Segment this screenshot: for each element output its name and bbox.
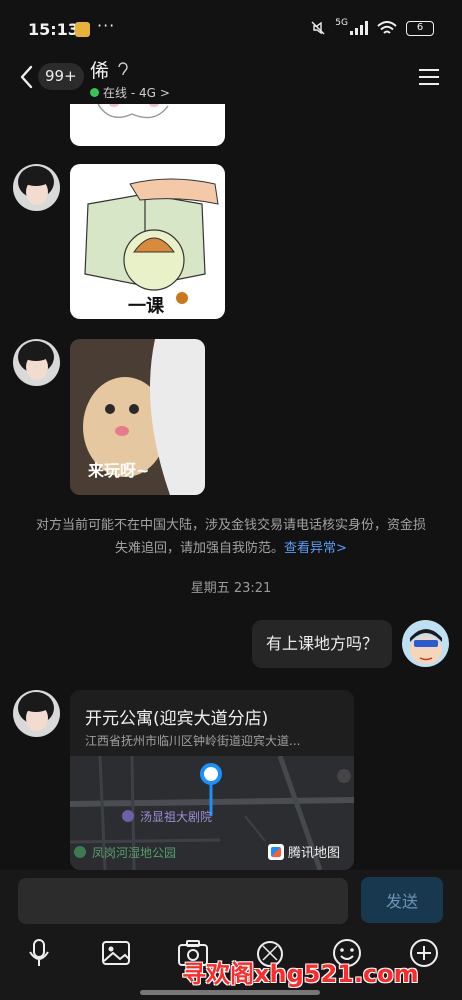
outgoing-text-message[interactable]: 有上课地方吗？ [251,620,392,668]
status-bar: 15:13 ··· 5G 6 [0,0,462,56]
security-notice-text: 对方当前可能不在中国大陆，涉及金钱交易请电话核实身份，资金损失难追回，请加强自我… [35,518,426,556]
mute-icon [311,21,325,35]
contact-avatar[interactable] [13,164,60,211]
unread-count-badge[interactable]: 99+ [38,63,84,90]
message-input[interactable] [18,878,348,924]
chat-header: 99+ 俙 在线 - 4G > [0,52,462,104]
watermark: 寻欢阁xhg521.com [182,960,419,988]
map-poi-theater: 汤显祖大剧院 [140,810,213,824]
tencent-map-logo-icon [268,843,284,860]
security-notice: 对方当前可能不在中国大陆，涉及金钱交易请电话核实身份，资金损失难追回，请加强自我… [30,514,432,560]
send-button[interactable]: 发送 [361,877,443,923]
microphone-icon[interactable] [22,936,56,970]
location-message-card[interactable]: 开元公寓(迎宾大道分店) 江西省抚州市临川区钟岭街道迎宾大道... 汤显祖大剧院… [70,690,354,870]
view-anomaly-link[interactable]: 查看异常> [284,541,347,556]
status-icons: 5G 6 [310,18,434,36]
my-avatar[interactable] [402,620,449,667]
timestamp-separator: 星期五 23:21 [190,581,272,596]
online-dot-icon [90,88,99,97]
status-time: 15:13 [28,20,79,39]
location-address: 江西省抚州市临川区钟岭街道迎宾大道... [85,734,301,748]
contact-avatar[interactable] [13,690,60,737]
map-poi-park: 凤岗河湿地公园 [92,846,177,860]
image-icon[interactable] [99,936,133,970]
signal-icon [350,21,368,35]
earpiece-mode-icon[interactable] [116,60,130,78]
app-notification-icon [75,22,90,37]
chevron-right-icon: > [159,85,170,100]
map-brand: 腾讯地图 [268,842,340,861]
sticker-message-partial[interactable] [70,104,225,146]
online-status-text: 在线 - 4G [103,86,156,100]
sticker-message[interactable]: 一课 [70,164,225,319]
message-list[interactable]: 一课 来玩呀~ 对方当前可能不在中国大陆，涉及金钱交易请电话核实身份，资金损失难… [0,104,462,870]
back-icon[interactable] [16,62,38,92]
contact-name[interactable]: 俙 [90,56,109,83]
contact-avatar[interactable] [13,339,60,386]
sticker-caption: 一课 [128,296,164,317]
home-indicator[interactable] [140,990,320,995]
online-status[interactable]: 在线 - 4G > [90,84,170,101]
sticker-message[interactable]: 来玩呀~ [70,339,205,495]
menu-icon[interactable] [418,68,440,86]
more-notifications-icon: ··· [97,16,116,35]
wifi-icon [377,20,397,34]
map-preview[interactable]: 汤显祖大剧院 凤岗河湿地公园 腾讯地图 [70,755,354,870]
sticker-caption: 来玩呀~ [88,461,150,480]
map-brand-label: 腾讯地图 [288,846,341,861]
location-title: 开元公寓(迎宾大道分店) [85,709,269,729]
network-type: 5G [335,18,348,28]
battery-icon: 6 [406,20,434,36]
